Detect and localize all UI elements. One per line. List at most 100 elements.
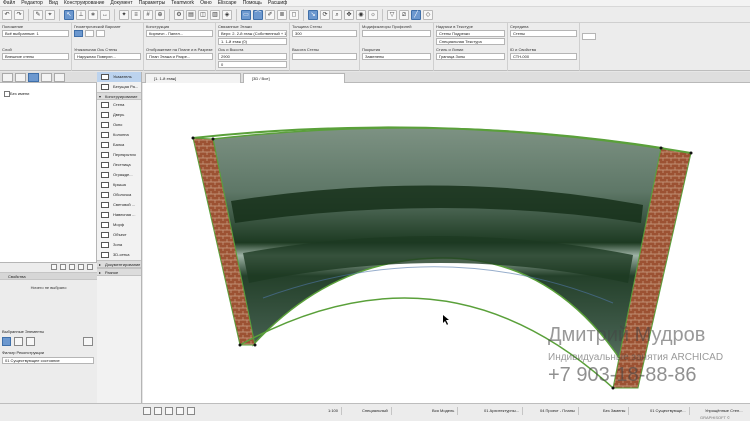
geometry-method-icon[interactable]: ⌒ [253, 9, 263, 20]
properties-list-icon[interactable] [69, 264, 75, 270]
scale-select[interactable]: 1:100 [328, 407, 343, 415]
magnify-icon[interactable]: ⌕ [332, 9, 342, 20]
properties-options-icon[interactable] [87, 264, 93, 270]
tool-shell[interactable]: Оболочка [97, 190, 141, 200]
camera-icon[interactable]: ◉ [356, 9, 366, 20]
graphic-override-select[interactable]: Без Замены [603, 407, 630, 415]
grid-icon[interactable]: # [143, 9, 153, 20]
cut-plane-icon[interactable]: ⧄ [399, 9, 409, 20]
redo-icon[interactable]: ↷ [14, 9, 24, 20]
properties-title[interactable]: Свойства [0, 272, 97, 280]
arrow-select-icon[interactable]: ↖ [64, 9, 74, 20]
undo-icon[interactable]: ↶ [2, 9, 12, 20]
properties-image-icon[interactable] [78, 264, 84, 270]
layer-select[interactable]: Внешние стены [2, 53, 69, 60]
wall-offset-field[interactable]: 0 [218, 61, 287, 68]
toolbox-more-header[interactable]: Разное [97, 268, 141, 277]
menu-file[interactable]: Файл [3, 0, 15, 6]
orbit-icon[interactable]: ⟳ [320, 9, 330, 20]
tab-3d-view[interactable]: [3D / Все] [243, 73, 345, 83]
show-on-stories-select[interactable]: План Этажа и Разре... [146, 53, 213, 60]
organizer-icon[interactable] [54, 73, 65, 82]
tool-curtain-wall[interactable]: Навесная ... [97, 210, 141, 220]
menu-design[interactable]: Конструирование [64, 0, 105, 6]
layout-book-icon[interactable] [28, 73, 39, 82]
settings-icon[interactable]: ⚙ [174, 9, 184, 20]
tool-railing[interactable]: Огражде... [97, 170, 141, 180]
composite-select[interactable]: Кирпичн - Панел... [146, 30, 213, 37]
home-icon[interactable] [14, 337, 23, 346]
toolbox-document-header[interactable]: Документирование [97, 260, 141, 269]
undo-zoom-icon[interactable] [143, 407, 151, 415]
renovation-filter-select[interactable]: 01 Существующее состояние [2, 357, 94, 364]
profile-modifier-field[interactable] [362, 30, 431, 37]
fit-in-window-icon[interactable] [176, 407, 184, 415]
tool-slab[interactable]: Перекрытия [97, 150, 141, 160]
hotspot[interactable] [689, 151, 693, 155]
zoom-out-icon[interactable] [165, 407, 173, 415]
project-root-item[interactable]: Без имени [3, 91, 29, 97]
hotspot[interactable] [253, 343, 257, 347]
tool-wall[interactable]: Стена [97, 100, 141, 110]
straight-wall-icon[interactable] [74, 30, 83, 37]
menu-document[interactable]: Документ [110, 0, 132, 6]
tool-stair[interactable]: Лестница [97, 160, 141, 170]
arc-wall-icon[interactable] [85, 30, 94, 37]
inject-icon[interactable]: ⌖ [45, 9, 55, 20]
tool-zone[interactable]: Зона [97, 240, 141, 250]
special-texture-field[interactable]: Специальная Текстура [436, 38, 505, 45]
hotspot[interactable] [238, 343, 242, 347]
menu-view[interactable]: Вид [49, 0, 58, 6]
dimension-select[interactable]: 04 Проект - Планы [540, 407, 579, 415]
element-id-field[interactable]: СТН-000 [510, 53, 577, 60]
tool-skylight[interactable]: Световой ... [97, 200, 141, 210]
folder-icon[interactable] [83, 337, 93, 346]
mark-icon[interactable]: ◇ [423, 9, 433, 20]
guide-line-icon[interactable]: ⊥ [76, 9, 86, 20]
pick-up-icon[interactable]: ✎ [33, 9, 43, 20]
menu-eliscape[interactable]: Eliscape [218, 0, 237, 6]
tool-object[interactable]: Объект [97, 230, 141, 240]
snap-icon[interactable]: ∗ [88, 9, 98, 20]
menu-edit[interactable]: Редактор [21, 0, 43, 6]
floor-icon[interactable]: ▤ [186, 9, 196, 20]
thickness-field[interactable]: 300 [292, 30, 357, 37]
tab-floor-plan[interactable]: [1. 1-й этаж] [145, 73, 241, 83]
render-icon[interactable]: ☼ [368, 9, 378, 20]
hotspot[interactable] [191, 136, 195, 140]
texture-field[interactable]: Стены Подрезки [436, 30, 505, 37]
measure-icon[interactable]: ↔ [100, 9, 110, 20]
pen-set-select[interactable]: 01 Архитектурны... [484, 407, 523, 415]
publisher-icon[interactable] [41, 73, 52, 82]
settings-dialog-icon[interactable] [582, 33, 596, 40]
menu-teamwork[interactable]: Teamwork [171, 0, 194, 6]
top-link-field[interactable]: Верх: 2. 2-й этаж (Собственный + 1) [218, 30, 287, 37]
tool-door[interactable]: Дверь [97, 110, 141, 120]
magic-wand-icon[interactable]: ✦ [119, 9, 129, 20]
3d-view-icon[interactable]: ◈ [222, 9, 232, 20]
toolbox-design-header[interactable]: Конструирование [97, 92, 141, 101]
properties-settings-icon[interactable] [51, 264, 57, 270]
view-map-icon[interactable] [15, 73, 26, 82]
tool-column[interactable]: Колонна [97, 130, 141, 140]
tool-window[interactable]: Окно [97, 120, 141, 130]
elevation-icon[interactable]: ▥ [210, 9, 220, 20]
project-map-icon[interactable] [2, 73, 13, 82]
zoom-in-icon[interactable] [154, 407, 162, 415]
menu-help[interactable]: Помощь [243, 0, 262, 6]
tool-mesh[interactable]: 3D-сетка [97, 250, 141, 260]
line-icon[interactable]: ╱ [411, 9, 421, 20]
home-story-field[interactable]: 1. 1-й этаж (0) [218, 38, 287, 45]
view-icon[interactable]: ◻ [289, 9, 299, 20]
hotspot[interactable] [211, 137, 215, 141]
tool-marquee[interactable]: Бегущая Ра... [97, 82, 141, 92]
hotspot[interactable] [659, 146, 663, 150]
zoom-icon[interactable]: ⊕ [155, 9, 165, 20]
menu-window[interactable]: Окно [200, 0, 212, 6]
tool-beam[interactable]: Балка [97, 140, 141, 150]
filter-icon[interactable]: ▽ [387, 9, 397, 20]
wall-tool-icon[interactable]: ▭ [241, 9, 251, 20]
layers-icon[interactable]: ≡ [131, 9, 141, 20]
menu-extensions[interactable]: Расшиф [268, 0, 287, 6]
layer-combo-icon[interactable]: ≣ [277, 9, 287, 20]
